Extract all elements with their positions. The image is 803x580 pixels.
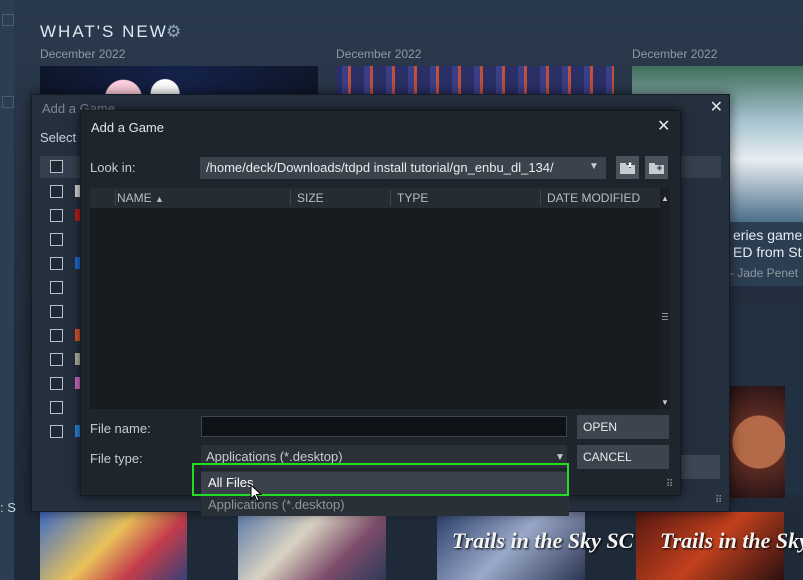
dialog-title: Add a Game [91, 120, 164, 135]
left-sidebar-strip [0, 0, 14, 580]
file-list-header: NAME ▲ SIZE TYPE DATE MODIFIED [90, 188, 660, 208]
cover-logo-text: Trails in the Sky SC [452, 528, 634, 553]
gear-icon[interactable]: ⚙ [166, 22, 181, 42]
column-header-type[interactable]: TYPE [397, 191, 428, 205]
program-checkbox[interactable] [50, 329, 63, 342]
scrollbar-grip-icon[interactable] [662, 313, 668, 321]
sort-ascending-icon: ▲ [155, 194, 164, 204]
game-cover[interactable] [40, 512, 187, 580]
program-checkbox[interactable] [50, 305, 63, 318]
new-folder-button[interactable] [645, 156, 668, 179]
program-checkbox[interactable] [50, 185, 63, 198]
program-checkbox[interactable] [50, 401, 63, 414]
mouse-cursor-icon [250, 484, 263, 502]
open-button[interactable]: OPEN [577, 415, 669, 439]
scroll-down-icon[interactable]: ▼ [661, 398, 669, 407]
program-checkbox[interactable] [50, 281, 63, 294]
file-name-input[interactable] [201, 416, 567, 437]
file-browser-dialog: Add a Game ✕ Look in: /home/deck/Downloa… [80, 110, 681, 496]
game-cover[interactable] [238, 512, 386, 580]
sidebar-tab[interactable] [2, 96, 14, 108]
column-header-date-modified[interactable]: DATE MODIFIED [547, 191, 640, 205]
program-checkbox[interactable] [50, 233, 63, 246]
column-header-size[interactable]: SIZE [297, 191, 324, 205]
folder-up-icon [620, 160, 635, 174]
news-article-title: eries games [733, 227, 803, 243]
column-name-label: NAME [117, 191, 152, 205]
program-checkbox[interactable] [50, 377, 63, 390]
cancel-button[interactable]: CANCEL [577, 445, 669, 469]
look-in-combobox[interactable]: /home/deck/Downloads/tdpd install tutori… [200, 157, 606, 179]
outer-dialog-button[interactable] [680, 455, 720, 479]
chevron-down-icon[interactable]: ▼ [589, 161, 599, 172]
close-icon[interactable]: ✕ [657, 116, 670, 136]
highlight-box [192, 463, 569, 496]
whats-new-title: WHAT'S NEW [40, 22, 168, 41]
news-date: December 2022 [632, 47, 718, 61]
file-type-label: File type: [90, 451, 143, 466]
news-date: December 2022 [336, 47, 422, 61]
look-in-label: Look in: [90, 160, 136, 175]
scroll-up-icon[interactable]: ▲ [661, 194, 669, 203]
new-folder-icon [649, 162, 664, 174]
column-separator [390, 190, 391, 206]
news-article-title: ED from St [733, 244, 802, 260]
program-checkbox[interactable] [50, 209, 63, 222]
close-icon[interactable]: ✕ [710, 97, 723, 117]
program-checkbox[interactable] [50, 425, 63, 438]
vertical-scrollbar[interactable]: ▲ ▼ [660, 188, 670, 409]
sidebar-tab[interactable] [2, 14, 14, 26]
resize-grip-icon[interactable]: ⠿ [666, 479, 673, 490]
news-date: December 2022 [40, 47, 126, 61]
side-text: : S [0, 500, 16, 515]
file-list[interactable]: NAME ▲ SIZE TYPE DATE MODIFIED ▲ ▼ [90, 188, 670, 409]
cover-logo-text: Trails in the Sky 3 [660, 528, 803, 553]
column-header-name[interactable]: NAME ▲ [117, 191, 164, 205]
file-name-label: File name: [90, 421, 151, 436]
chevron-down-icon[interactable]: ▼ [555, 452, 565, 463]
column-separator [540, 190, 541, 206]
select-all-checkbox[interactable] [50, 160, 63, 173]
column-separator [115, 190, 116, 206]
program-checkbox[interactable] [50, 257, 63, 270]
column-separator [290, 190, 291, 206]
parent-folder-button[interactable] [616, 156, 639, 179]
resize-grip-icon[interactable]: ⠿ [715, 495, 722, 506]
news-article-author: - Jade Penet [730, 266, 799, 280]
program-checkbox[interactable] [50, 353, 63, 366]
